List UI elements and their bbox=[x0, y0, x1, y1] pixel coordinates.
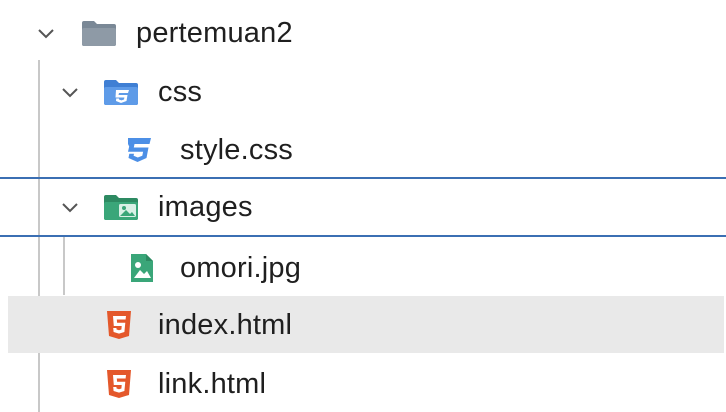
css-folder-icon bbox=[104, 79, 138, 105]
tree-item-label: link.html bbox=[158, 367, 267, 400]
image-file-icon bbox=[131, 253, 153, 282]
html5-file-icon bbox=[107, 369, 131, 398]
chevron-down-icon[interactable] bbox=[59, 81, 81, 103]
tree-item-pertemuan2[interactable]: pertemuan2 bbox=[8, 4, 724, 61]
folder-icon bbox=[82, 20, 116, 46]
tree-item-label: index.html bbox=[158, 308, 293, 341]
tree-item-label: omori.jpg bbox=[180, 251, 302, 284]
tree-item-omori-jpg[interactable]: omori.jpg bbox=[8, 239, 724, 296]
file-explorer-tree: pertemuan2 css style.css images omori.jp… bbox=[0, 0, 726, 412]
chevron-down-icon[interactable] bbox=[59, 196, 81, 218]
tree-item-label: pertemuan2 bbox=[136, 16, 293, 49]
images-folder-icon bbox=[104, 195, 138, 220]
tree-item-images[interactable]: images bbox=[0, 177, 726, 237]
tree-item-link-html[interactable]: link.html bbox=[8, 355, 724, 412]
chevron-down-icon[interactable] bbox=[35, 22, 57, 44]
tree-item-style-css[interactable]: style.css bbox=[8, 121, 724, 178]
tree-item-index-html[interactable]: index.html bbox=[8, 296, 724, 353]
css3-file-icon bbox=[128, 137, 151, 162]
tree-item-label: style.css bbox=[180, 133, 293, 166]
tree-item-label: css bbox=[158, 75, 203, 108]
tree-item-css[interactable]: css bbox=[8, 63, 724, 120]
html5-file-icon bbox=[107, 310, 131, 339]
tree-item-label: images bbox=[158, 191, 253, 223]
